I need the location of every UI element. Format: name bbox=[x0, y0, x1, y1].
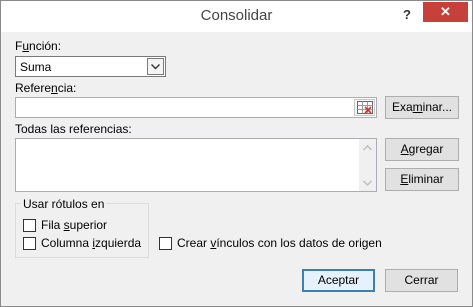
referencia-input[interactable] bbox=[15, 97, 377, 118]
eliminar-button[interactable]: Eliminar bbox=[385, 168, 459, 191]
cerrar-button[interactable]: Cerrar bbox=[385, 269, 458, 292]
crear-vinculos-label[interactable]: Crear vínculos con los datos de origen bbox=[177, 236, 382, 250]
fila-superior-label[interactable]: Fila superior bbox=[41, 218, 107, 232]
todas-referencias-list[interactable] bbox=[15, 138, 377, 192]
usar-rotulos-legend: Usar rótulos en bbox=[21, 197, 107, 211]
scroll-down-icon[interactable] bbox=[359, 174, 376, 191]
todas-referencias-label: Todas las referencias: bbox=[15, 122, 132, 136]
referencia-label: Referencia: bbox=[15, 81, 77, 95]
funcion-dropdown[interactable]: Suma bbox=[15, 56, 166, 77]
consolidar-dialog: Consolidar ? ✕ Función: Suma Referencia:… bbox=[0, 0, 473, 307]
chevron-down-icon[interactable] bbox=[147, 58, 164, 75]
scroll-up-icon[interactable] bbox=[359, 139, 376, 156]
help-button[interactable]: ? bbox=[396, 5, 418, 25]
fila-superior-checkbox[interactable] bbox=[23, 219, 36, 232]
funcion-selected-value: Suma bbox=[20, 60, 52, 74]
aceptar-button[interactable]: Aceptar bbox=[302, 269, 375, 292]
examinar-button[interactable]: Examinar... bbox=[385, 96, 459, 119]
columna-izquierda-label[interactable]: Columna izquierda bbox=[41, 236, 141, 250]
columna-izquierda-checkbox[interactable] bbox=[23, 237, 36, 250]
close-button[interactable]: ✕ bbox=[423, 2, 468, 22]
crear-vinculos-checkbox[interactable] bbox=[159, 237, 172, 250]
agregar-button[interactable]: Agregar bbox=[385, 138, 459, 161]
title-bar: Consolidar ? ✕ bbox=[1, 1, 472, 32]
range-selector-icon[interactable] bbox=[354, 99, 375, 116]
list-scrollbar[interactable] bbox=[359, 139, 376, 191]
funcion-label: Función: bbox=[15, 39, 62, 53]
